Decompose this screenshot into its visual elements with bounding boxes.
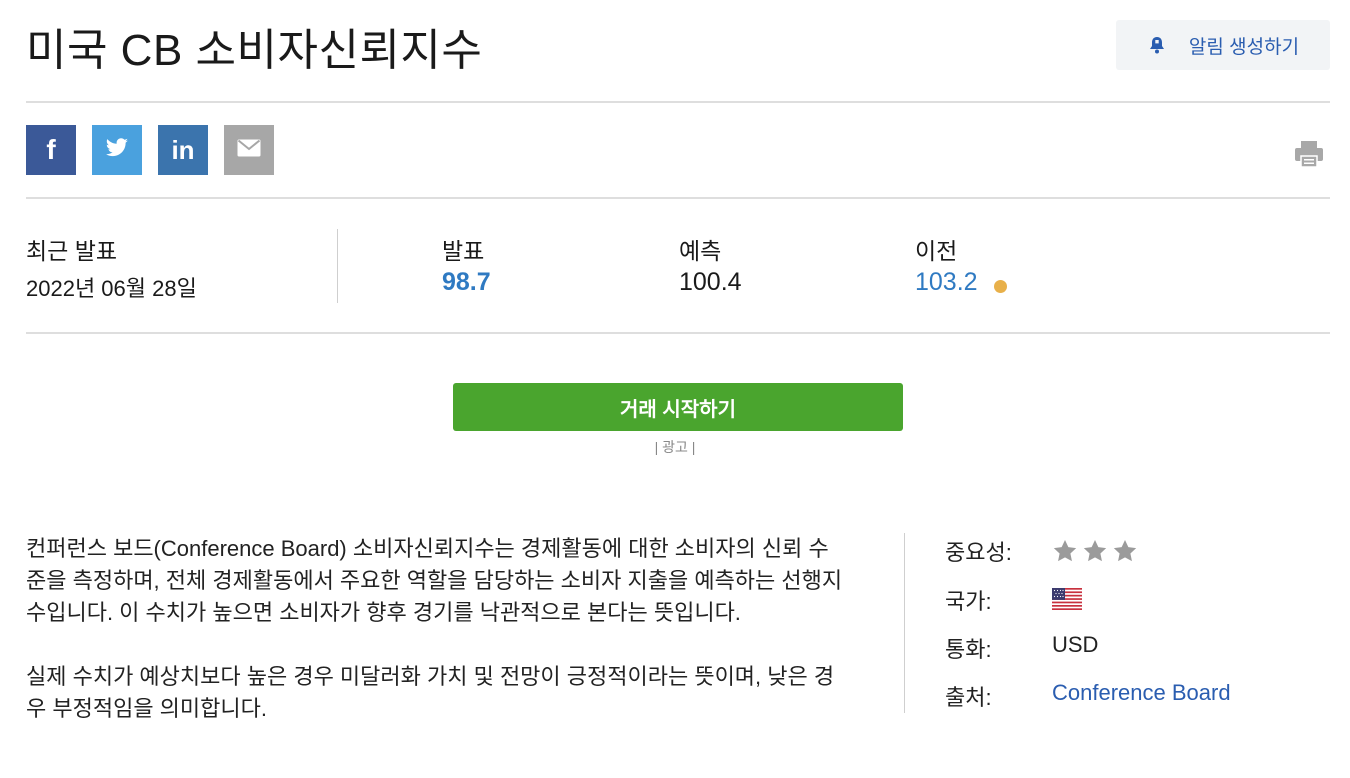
us-flag-icon [1052,588,1082,616]
page-title: 미국 CB 소비자신뢰지수 [26,26,483,75]
divider [26,197,1330,199]
latest-release-date: 2022년 06월 28일 [26,276,197,301]
divider [26,332,1330,334]
divider [337,229,338,303]
previous-value: 103.2 [915,268,978,296]
revision-status-dot [994,280,1007,293]
facebook-icon: f [46,134,56,165]
print-button[interactable] [1294,139,1324,174]
ad-label: | 광고 | [654,439,696,455]
currency-label: 통화: [945,637,992,662]
email-icon [237,139,261,162]
actual-label: 발표 [442,238,485,264]
indicator-description: 컨퍼런스 보드(Conference Board) 소비자신뢰지수는 경제활동에… [26,533,846,757]
twitter-share-button[interactable] [92,125,142,175]
importance-rating [1052,538,1138,570]
linkedin-icon: in [171,134,195,165]
star-icon [1082,538,1108,570]
divider [904,533,905,713]
printer-icon [1294,141,1324,173]
previous-label: 이전 [915,238,958,264]
description-paragraph: 컨퍼런스 보드(Conference Board) 소비자신뢰지수는 경제활동에… [26,536,843,625]
forecast-value: 100.4 [679,268,742,296]
divider [26,101,1330,103]
description-paragraph: 실제 수치가 예상치보다 높은 경우 미달러화 가치 및 전망이 긍정적이라는 … [26,664,835,721]
create-alert-button[interactable]: 알림 생성하기 [1116,20,1330,70]
source-link[interactable]: Conference Board [1052,680,1231,706]
twitter-icon [105,137,129,163]
actual-value: 98.7 [442,268,491,296]
importance-label: 중요성: [945,540,1012,565]
currency-value: USD [1052,632,1099,657]
star-icon [1112,538,1138,570]
forecast-label: 예측 [679,238,722,264]
source-label: 출처: [945,685,992,710]
start-trading-button[interactable]: 거래 시작하기 [453,383,903,431]
bell-icon [1147,35,1167,55]
star-icon [1052,538,1078,570]
linkedin-share-button[interactable]: in [158,125,208,175]
create-alert-label: 알림 생성하기 [1188,36,1300,58]
latest-release-label: 최근 발표 [26,238,118,264]
email-share-button[interactable] [224,125,274,175]
country-label: 국가: [945,589,992,614]
facebook-share-button[interactable]: f [26,125,76,175]
